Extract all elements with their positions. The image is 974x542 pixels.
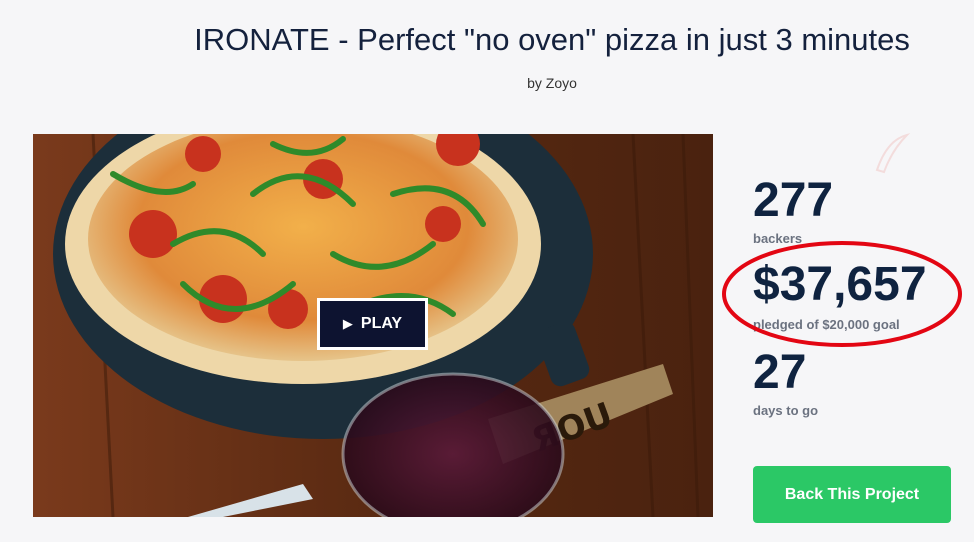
backers-count: 277 xyxy=(753,174,834,227)
days-label: days to go xyxy=(753,403,819,418)
back-project-button[interactable]: Back This Project xyxy=(753,466,951,523)
project-title: IRONATE - Perfect "no oven" pizza in jus… xyxy=(194,22,910,57)
pledged-amount: $37,657 xyxy=(753,258,927,311)
days-count: 27 xyxy=(753,346,807,399)
play-triangle-icon: ▶ xyxy=(342,316,353,331)
play-button[interactable]: ▶ PLAY xyxy=(317,298,428,350)
play-label: PLAY xyxy=(360,315,403,332)
pledged-label: pledged of $20,000 goal xyxy=(753,317,900,332)
decorative-leaf-icon xyxy=(875,133,911,174)
project-creator[interactable]: by Zoyo xyxy=(0,75,974,91)
backers-label: backers xyxy=(753,231,803,246)
